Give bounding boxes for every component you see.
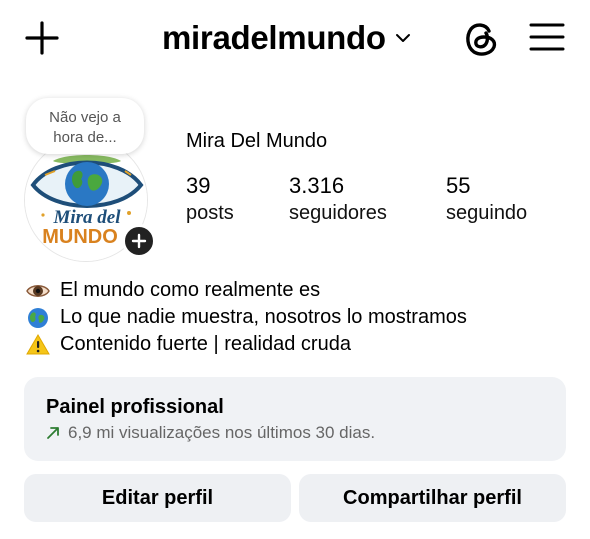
bio-text: Lo que nadie muestra, nosotros lo mostra… bbox=[60, 306, 467, 328]
stat-posts[interactable]: 39 posts bbox=[186, 173, 234, 227]
display-name: Mira Del Mundo bbox=[186, 130, 328, 152]
hamburger-menu-icon[interactable] bbox=[529, 22, 565, 52]
dashboard-subtitle: 6,9 mi visualizações nos últimos 30 dias… bbox=[46, 423, 544, 443]
dashboard-subtitle-text: 6,9 mi visualizações nos últimos 30 dias… bbox=[68, 423, 376, 442]
avatar-logo-text-1: Mira del bbox=[52, 207, 121, 228]
globe-icon bbox=[24, 307, 52, 329]
stat-label: posts bbox=[186, 202, 234, 224]
plus-icon[interactable] bbox=[24, 20, 60, 56]
avatar-logo-text-2: MUNDO bbox=[42, 226, 118, 248]
stat-value: 55 bbox=[446, 173, 471, 198]
eye-icon bbox=[24, 280, 52, 302]
chevron-down-icon bbox=[395, 34, 410, 42]
threads-icon[interactable] bbox=[462, 18, 500, 58]
stat-following[interactable]: 55 seguindo bbox=[446, 173, 527, 227]
stat-value: 3.316 bbox=[289, 173, 345, 198]
professional-dashboard[interactable]: Painel profissional 6,9 mi visualizações… bbox=[24, 377, 566, 461]
stat-followers[interactable]: 3.316 seguidores bbox=[289, 173, 387, 227]
username: miradelmundo bbox=[162, 19, 386, 56]
plus-icon bbox=[131, 233, 147, 249]
add-story-button[interactable] bbox=[122, 224, 156, 258]
stat-label: seguidores bbox=[289, 202, 387, 224]
edit-profile-button[interactable]: Editar perfil bbox=[24, 474, 291, 522]
bio-line: El mundo como realmente es bbox=[24, 277, 467, 304]
avatar[interactable]: Mira del MUNDO bbox=[24, 138, 156, 262]
trend-up-arrow-icon bbox=[47, 427, 59, 439]
bio-line: Contenido fuerte | realidad cruda bbox=[24, 331, 467, 358]
bio-line: Lo que nadie muestra, nosotros lo mostra… bbox=[24, 304, 467, 331]
warning-icon bbox=[24, 333, 52, 356]
share-profile-button[interactable]: Compartilhar perfil bbox=[299, 474, 566, 522]
account-switcher[interactable]: miradelmundo bbox=[162, 16, 412, 60]
stat-label: seguindo bbox=[446, 202, 528, 224]
dashboard-title: Painel profissional bbox=[46, 396, 224, 418]
stat-value: 39 bbox=[186, 173, 211, 198]
bio-text: Contenido fuerte | realidad cruda bbox=[60, 333, 351, 355]
note-line-2: hora de... bbox=[53, 129, 117, 146]
bio: El mundo como realmente es Lo que nadie … bbox=[24, 277, 467, 358]
note-line-1: Não vejo a bbox=[49, 109, 121, 126]
bio-text: El mundo como realmente es bbox=[60, 279, 321, 301]
note-bubble[interactable]: Não vejo a hora de... bbox=[26, 98, 144, 154]
top-bar: miradelmundo bbox=[0, 0, 590, 80]
